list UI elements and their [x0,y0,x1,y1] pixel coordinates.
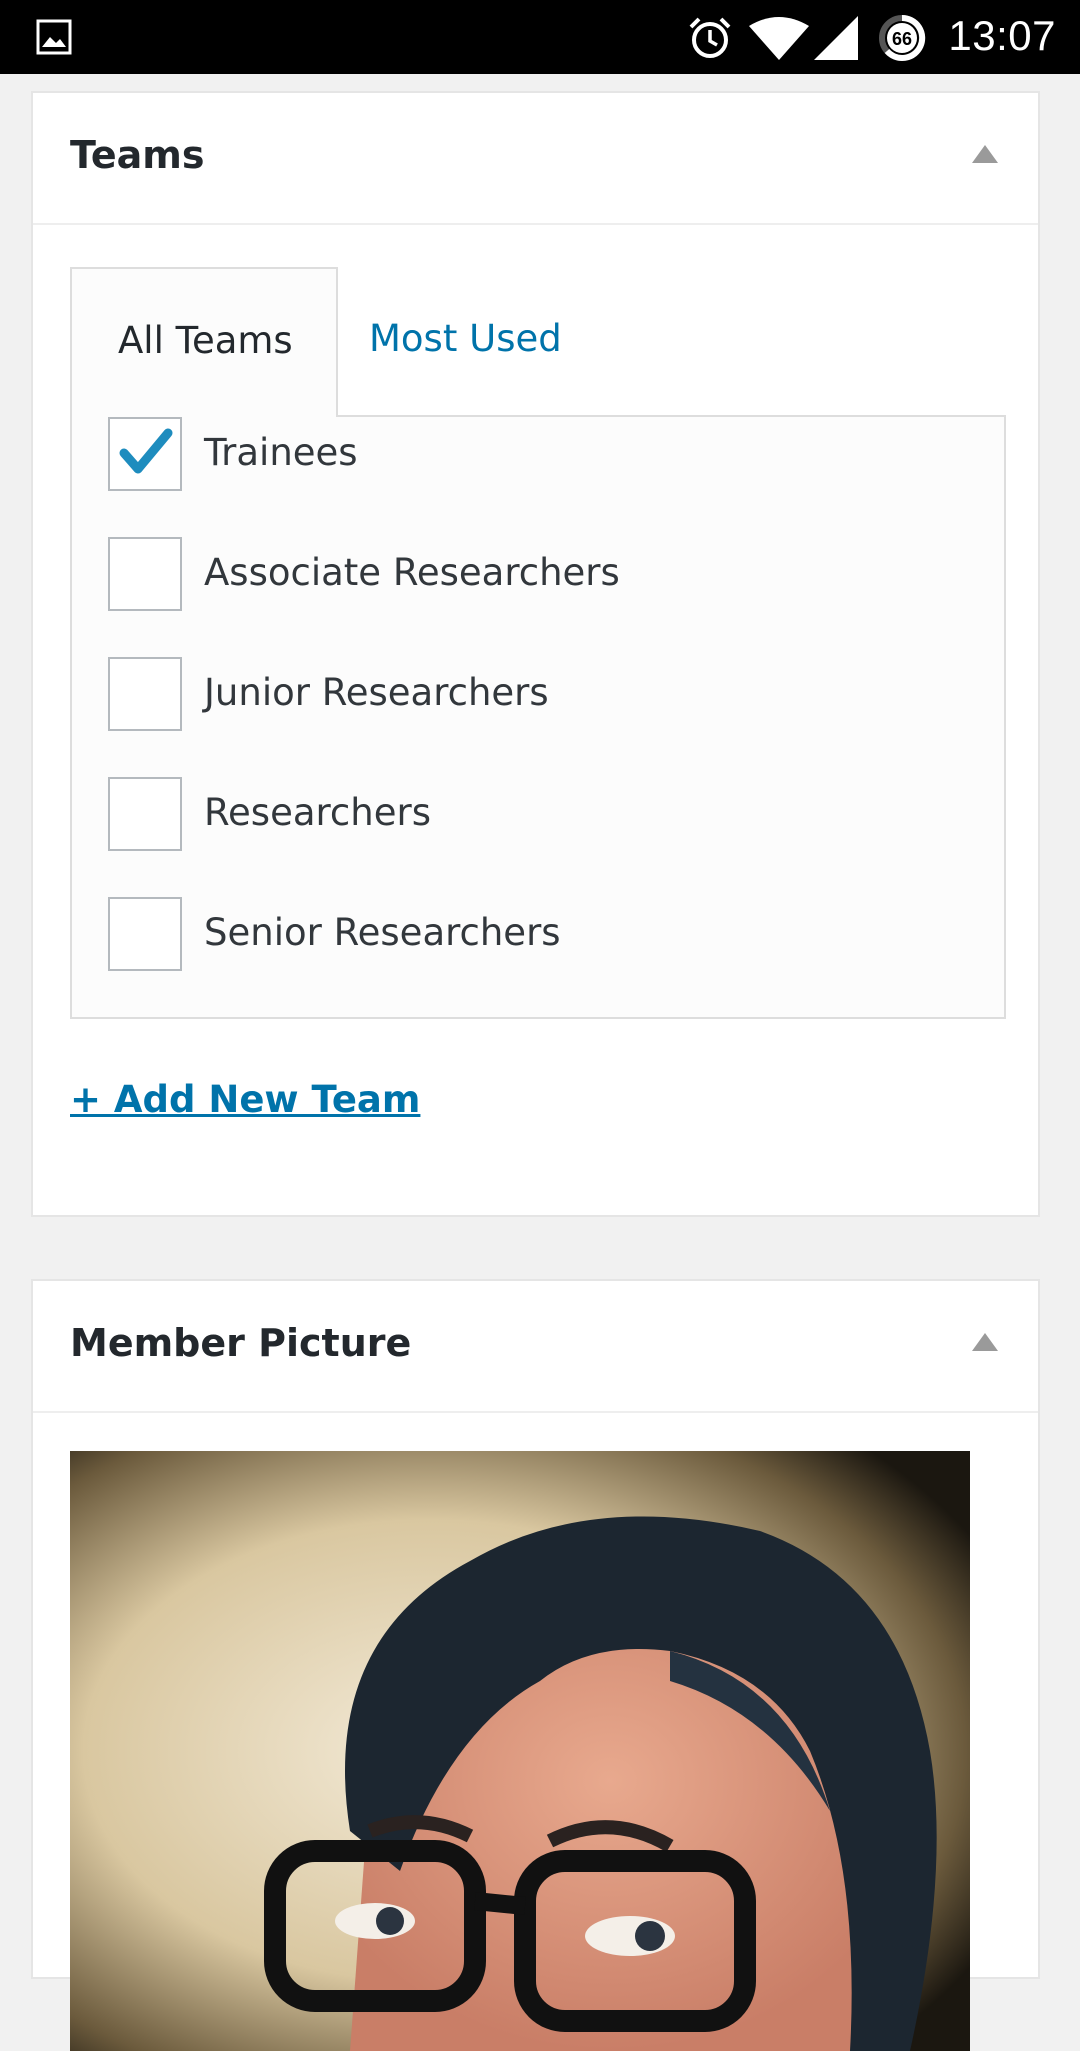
checkbox-label: Associate Researchers [204,551,620,594]
checkmark-icon [119,428,173,474]
panel-title: Member Picture [70,1321,412,1365]
tab-all-teams[interactable]: All Teams [70,267,338,417]
member-photo[interactable] [70,1451,970,2051]
checkbox-label: Senior Researchers [204,911,561,954]
associate-researchers-checkbox[interactable] [108,537,182,611]
teams-panel-header[interactable]: Teams [33,93,1038,225]
trainees-checkbox[interactable] [108,417,182,491]
senior-researchers-checkbox[interactable] [108,897,182,971]
portrait-image [70,1451,970,2051]
wifi-icon [749,17,809,60]
member-picture-panel: Member Picture [31,1279,1040,2051]
signal-icon [814,16,858,60]
list-item[interactable]: Trainees [108,417,988,493]
picture-panel-header[interactable]: Member Picture [33,1281,1038,1413]
checkbox-label: Junior Researchers [204,671,549,714]
list-item[interactable]: Associate Researchers [108,537,988,613]
checkbox-label: Researchers [204,791,431,834]
teams-panel: Teams All Teams Most Used Trainees Assoc… [31,91,1040,1217]
tab-label: All Teams [118,319,293,362]
panel-title: Teams [70,133,205,177]
tab-most-used[interactable]: Most Used [369,317,562,360]
list-item[interactable]: Senior Researchers [108,897,988,973]
researchers-checkbox[interactable] [108,777,182,851]
junior-researchers-checkbox[interactable] [108,657,182,731]
battery-icon: 66 [879,14,926,61]
collapse-arrow-icon[interactable] [972,145,998,163]
checkbox-label: Trainees [204,431,358,474]
collapse-arrow-icon[interactable] [972,1333,998,1351]
list-item[interactable]: Researchers [108,777,988,853]
list-item[interactable]: Junior Researchers [108,657,988,733]
status-time: 13:07 [948,12,1056,59]
status-bar: 66 13:07 [0,0,1080,74]
team-checklist: Trainees Associate Researchers Junior Re… [70,415,1006,1019]
gallery-icon [36,19,72,55]
battery-level: 66 [892,29,912,49]
alarm-icon [689,17,731,58]
add-new-team-link[interactable]: + Add New Team [70,1078,420,1121]
